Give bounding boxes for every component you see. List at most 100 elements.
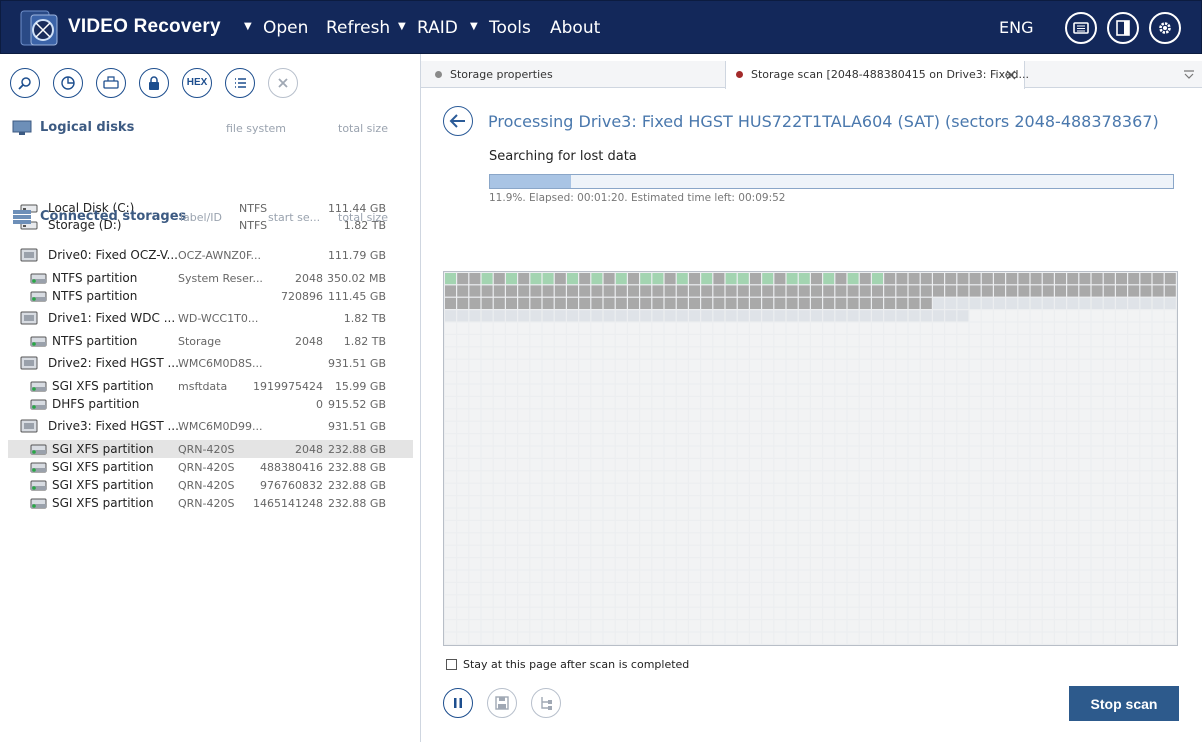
create-image-button[interactable] — [96, 68, 126, 98]
partition-row[interactable]: DHFS partition 0 915.52 GB — [8, 395, 413, 413]
disk-map-block — [737, 409, 749, 421]
partition-row[interactable]: SGI XFS partition QRN-420S 976760832 232.88… — [8, 476, 413, 494]
tab-close-icon[interactable] — [1006, 70, 1016, 80]
save-scan-button[interactable] — [487, 688, 517, 718]
disk-map-block — [481, 508, 493, 520]
disk-map-block — [981, 446, 993, 458]
disk-map-block — [1079, 285, 1091, 297]
save-icon — [495, 696, 509, 710]
disk-map-block — [774, 545, 786, 557]
disk-map-block — [786, 545, 798, 557]
disk-map-block — [1103, 508, 1115, 520]
partition-row[interactable]: SGI XFS partition QRN-420S 1465141248 232.8… — [8, 494, 413, 512]
disk-map-block — [811, 471, 822, 483]
partition-row[interactable]: SGI XFS partition msftdata 1919975424 15.99… — [8, 377, 413, 395]
drive-row[interactable]: Drive3: Fixed HGST ... WMC6M0D99... 931.51… — [8, 417, 413, 435]
hex-editor-button[interactable]: HEX — [182, 68, 212, 98]
tab-menu-icon[interactable] — [1183, 70, 1195, 80]
statistics-button[interactable] — [53, 68, 83, 98]
disk-map-block — [542, 310, 554, 322]
disk-map-block — [493, 372, 505, 384]
disk-map-block — [1079, 508, 1091, 520]
disk-map-block — [762, 446, 774, 458]
disk-map-block — [640, 434, 652, 446]
disk-map-block — [1055, 533, 1066, 545]
menu-item-about[interactable]: About — [550, 18, 600, 38]
disk-map-block — [823, 409, 835, 421]
tab-label: Storage scan [2048-488380415 on Drive3: … — [751, 68, 1029, 81]
disk-map-block — [994, 297, 1005, 309]
disk-map-block — [884, 607, 896, 619]
drive-row[interactable]: Drive1: Fixed WDC ... WD-WCC1T0... 1.82 TB — [8, 309, 413, 327]
disk-map-block — [1140, 459, 1152, 471]
menu-dropdown-icon[interactable]: ▼ — [244, 21, 252, 32]
settings-button[interactable] — [1149, 12, 1181, 44]
disk-map-block — [725, 335, 737, 347]
disk-map-block — [981, 521, 993, 533]
partition-row[interactable]: SGI XFS partition QRN-420S 488380416 232.88… — [8, 458, 413, 476]
language-selector[interactable]: ENG — [999, 18, 1033, 37]
disk-map-block — [811, 310, 822, 322]
tab-storage-properties[interactable]: Storage properties — [435, 61, 725, 88]
disk-map-block — [676, 545, 688, 557]
disk-map-block — [811, 570, 822, 582]
disk-map-block — [615, 397, 627, 409]
disk-map-block — [969, 322, 981, 334]
back-button[interactable] — [443, 106, 473, 136]
disk-map-block — [969, 384, 981, 396]
disk-map-block — [603, 297, 615, 309]
search-button[interactable] — [10, 68, 40, 98]
menu-item-open[interactable]: Open — [263, 18, 308, 38]
disk-map-block — [933, 533, 944, 545]
disk-map-block — [493, 508, 505, 520]
menu-dropdown-icon[interactable]: ▼ — [398, 21, 406, 32]
keyboard-button[interactable] — [1065, 12, 1097, 44]
disk-map-block — [1152, 421, 1164, 433]
panel-toggle-button[interactable] — [1107, 12, 1139, 44]
disk-map-block — [530, 372, 542, 384]
partition-row[interactable]: SGI XFS partition QRN-420S 2048 232.88 GB — [8, 440, 413, 458]
partition-row[interactable]: NTFS partition 720896 111.45 GB — [8, 287, 413, 305]
stay-checkbox-row[interactable]: Stay at this page after scan is complete… — [446, 658, 689, 671]
disk-map-block — [567, 620, 578, 632]
disk-map-block — [981, 335, 993, 347]
disk-map-block — [1116, 570, 1127, 582]
pause-button[interactable] — [443, 688, 473, 718]
disk-map-block — [750, 409, 761, 421]
disk-map-block — [506, 384, 517, 396]
disk-map-block — [1079, 297, 1091, 309]
drive-row[interactable]: Drive2: Fixed HGST ... WMC6M0D8S... 931.51… — [8, 354, 413, 372]
close-storage-button[interactable] — [268, 68, 298, 98]
disk-map-block — [591, 583, 603, 595]
menu-item-raid[interactable]: RAID — [417, 18, 458, 38]
disk-map-block — [920, 483, 932, 495]
menu-item-tools[interactable]: Tools — [489, 18, 531, 38]
disk-map-block — [518, 558, 530, 570]
lock-button[interactable] — [139, 68, 169, 98]
tab-storage-scan[interactable]: Storage scan [2048-488380415 on Drive3: … — [725, 61, 1029, 89]
menu-item-refresh[interactable]: Refresh — [326, 18, 390, 38]
disk-map-block — [640, 409, 652, 421]
disk-map-block — [969, 335, 981, 347]
disk-map-block — [481, 409, 493, 421]
partition-row[interactable]: NTFS partition Storage 2048 1.82 TB — [8, 332, 413, 350]
disk-map-block — [506, 471, 517, 483]
partition-row[interactable]: NTFS partition System Reser... 2048 350.02 … — [8, 269, 413, 287]
drive-row[interactable]: Drive0: Fixed OCZ-V... OCZ-AWNZ0F... 111.7… — [8, 246, 413, 264]
disk-map-block — [994, 496, 1005, 508]
file-tree-button[interactable] — [531, 688, 561, 718]
disk-map-block — [506, 409, 517, 421]
disk-map-block — [542, 496, 554, 508]
disk-map-block — [518, 459, 530, 471]
col-header-size: total size — [338, 122, 388, 135]
stay-checkbox[interactable] — [446, 659, 457, 670]
disk-map-block — [774, 583, 786, 595]
disk-map-block — [859, 607, 871, 619]
disk-map-block — [615, 384, 627, 396]
disk-map-block — [1140, 434, 1152, 446]
menu-dropdown-icon[interactable]: ▼ — [470, 21, 478, 32]
stop-scan-button[interactable]: Stop scan — [1069, 686, 1179, 721]
disk-map-block — [701, 508, 713, 520]
list-button[interactable] — [225, 68, 255, 98]
disk-map-block — [945, 595, 957, 607]
